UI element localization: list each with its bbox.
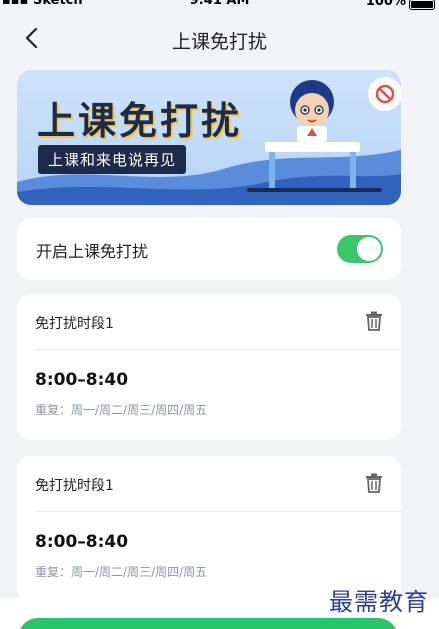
period-repeat: 重复：周一/周二/周三/周四/周五: [35, 565, 208, 579]
period-title: 免打扰时段1: [35, 316, 114, 332]
status-right: 100%: [366, 0, 435, 10]
delete-button[interactable]: [363, 310, 385, 332]
battery-icon: [409, 0, 435, 10]
nav-bar: 上课免打扰: [0, 18, 439, 60]
toggle-label: 开启上课免打扰: [36, 242, 149, 261]
period-time: 8:00–8:40: [35, 532, 129, 552]
period-title: 免打扰时段1: [35, 478, 114, 494]
period-card-1[interactable]: 免打扰时段1 8:00–8:40 重复：周一/周二/周三/周四/周五: [17, 294, 401, 440]
delete-button[interactable]: [363, 472, 385, 494]
banner-title: 上课免打扰: [37, 99, 243, 143]
page-title: 上课免打扰: [171, 31, 267, 53]
divider: [35, 511, 401, 512]
trash-icon: [366, 473, 382, 493]
divider: [35, 349, 401, 350]
banner-subtitle: 上课和来电说再见: [38, 145, 187, 174]
watermark: 最需教育: [329, 588, 429, 616]
period-time: 8:00–8:40: [35, 370, 129, 390]
trash-icon: [366, 311, 382, 331]
status-bar: ▪▪▪ Sketch 9:41 AM 100%: [0, 0, 439, 10]
dnd-toggle-card: 开启上课免打扰: [17, 218, 401, 280]
add-period-button[interactable]: [18, 618, 398, 629]
battery-percent: 100%: [365, 0, 406, 9]
toggle-knob: [357, 237, 381, 261]
period-card-2[interactable]: 免打扰时段1 8:00–8:40 重复：周一/周二/周三/周四/周五: [17, 456, 401, 602]
banner: 上课免打扰 上课和来电说再见: [17, 70, 401, 205]
dnd-toggle-switch[interactable]: [337, 235, 383, 263]
period-repeat: 重复：周一/周二/周三/周四/周五: [35, 403, 208, 417]
